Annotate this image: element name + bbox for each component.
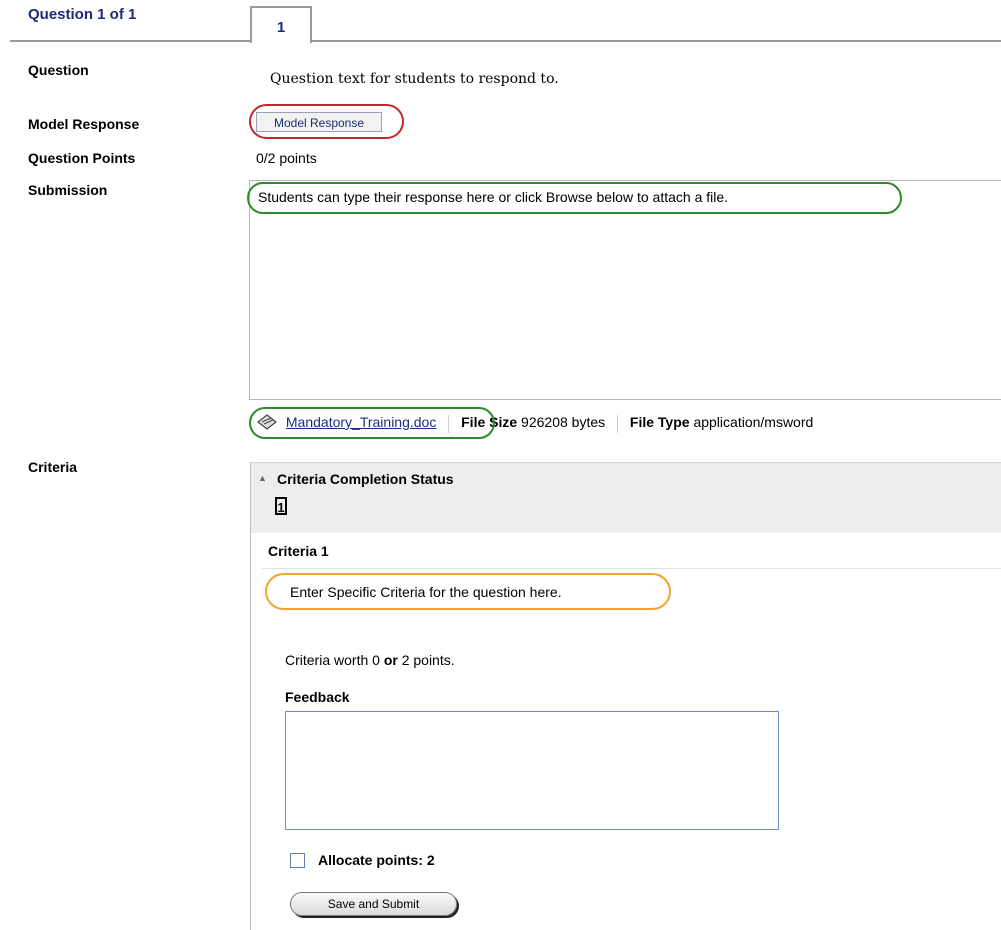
feedback-textarea[interactable] [285, 711, 779, 830]
question-counter: Question 1 of 1 [28, 6, 137, 23]
criteria-label: Criteria [28, 459, 78, 475]
worth-prefix: Criteria worth 0 [285, 652, 380, 668]
tab-question-1[interactable]: 1 [250, 6, 312, 43]
highlight-oval-green-attachment [249, 407, 495, 439]
criteria-divider [262, 568, 1001, 569]
worth-suffix: 2 points. [401, 652, 455, 668]
criteria-1-title: Criteria 1 [268, 543, 329, 559]
separator [617, 414, 619, 433]
question-points-label: Question Points [28, 150, 136, 166]
collapse-arrow-icon[interactable]: ▲ [258, 473, 267, 483]
model-response-label: Model Response [28, 116, 140, 132]
allocate-points-label: Allocate points: 2 [318, 852, 435, 868]
highlight-oval-orange [265, 573, 671, 610]
file-size-value: 926208 bytes [521, 414, 606, 431]
save-and-submit-button[interactable]: Save and Submit [290, 892, 457, 916]
worth-or: or [383, 652, 398, 668]
criteria-worth: Criteria worth 0 or 2 points. [285, 652, 455, 668]
question-points-value: 0/2 points [256, 150, 317, 166]
question-label: Question [28, 62, 89, 78]
highlight-oval-red [249, 104, 404, 139]
file-type-label: File Type [629, 414, 690, 431]
submission-label: Submission [28, 182, 108, 198]
feedback-label: Feedback [285, 689, 350, 705]
criteria-completion-title[interactable]: Criteria Completion Status [277, 471, 454, 487]
allocate-points-checkbox[interactable] [290, 853, 305, 868]
criteria-number-link[interactable]: 1 [275, 497, 287, 515]
header-divider [10, 40, 1001, 42]
highlight-oval-green [247, 182, 902, 214]
file-type-value: application/msword [693, 414, 814, 431]
question-text: Question text for students to respond to… [270, 71, 559, 87]
